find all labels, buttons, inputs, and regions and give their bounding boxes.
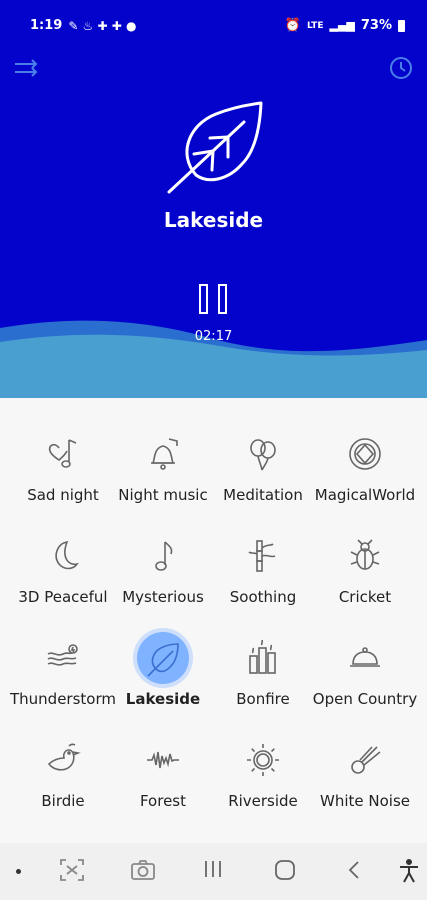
storm-icon	[47, 644, 78, 666]
sound-label: Forest	[139, 792, 187, 810]
sound-label: Riverside	[228, 792, 298, 810]
waveform-icon	[147, 751, 179, 769]
recent-apps-icon[interactable]	[203, 859, 223, 883]
sound-item-cricket[interactable]: Cricket	[312, 538, 418, 633]
elapsed-time: 02:17	[194, 329, 233, 344]
sound-item-forest[interactable]: Forest	[110, 742, 216, 837]
timer-clock-icon[interactable]	[389, 56, 413, 84]
scan-icon[interactable]	[60, 859, 84, 885]
sound-label: Mysterious	[122, 588, 204, 606]
sound-grid: Sad night Night music Meditation Magical…	[0, 398, 427, 843]
music-note-icon	[155, 541, 173, 571]
moon-icon	[55, 540, 79, 570]
comet-icon	[351, 746, 381, 774]
sound-label: Soothing	[229, 588, 297, 606]
sound-item-meditation[interactable]: Meditation	[210, 436, 316, 531]
sound-item-lakeside[interactable]: Lakeside	[110, 632, 216, 735]
sound-item-magicalworld[interactable]: MagicalWorld	[312, 436, 418, 531]
sound-item-3d-peaceful[interactable]: 3D Peaceful	[10, 538, 116, 633]
alarm-icon: ⏰	[284, 18, 301, 33]
sound-label: 3D Peaceful	[18, 588, 108, 606]
sun-icon	[247, 744, 279, 776]
sound-item-open-country[interactable]: Open Country	[312, 640, 418, 735]
signal-icon: ▂▄▆	[329, 19, 355, 32]
bug-icon	[350, 539, 380, 570]
sound-label: Bonfire	[236, 690, 290, 708]
sound-item-bonfire[interactable]: Bonfire	[210, 640, 316, 735]
candles-icon	[249, 640, 276, 674]
sound-item-thunderstorm[interactable]: Thunderstorm	[10, 640, 116, 735]
balloons-icon	[250, 439, 276, 471]
now-playing-panel: 1:19 ✎ ♨ ✚ ✚ ● ⏰ LTE ▂▄▆ 73% Lakeside 02…	[0, 0, 427, 398]
sound-item-riverside[interactable]: Riverside	[210, 742, 316, 837]
home-icon[interactable]	[274, 859, 296, 885]
bird-icon	[47, 743, 81, 771]
sound-label: Thunderstorm	[10, 690, 116, 708]
status-time: 1:19	[30, 18, 63, 33]
bamboo-icon	[248, 540, 276, 572]
battery-percent: 73%	[360, 18, 392, 33]
notification-icon: ✎ ♨ ✚ ✚ ●	[68, 18, 137, 33]
back-icon[interactable]	[346, 859, 362, 885]
system-nav-bar	[0, 843, 427, 900]
sound-label: Lakeside	[125, 690, 201, 708]
sound-item-night-music[interactable]: Night music	[110, 436, 216, 531]
battery-icon	[398, 19, 405, 32]
sound-item-sad-night[interactable]: Sad night	[10, 436, 116, 531]
sound-label: Open Country	[312, 690, 418, 708]
sound-item-soothing[interactable]: Soothing	[210, 538, 316, 633]
lte-indicator: LTE	[306, 20, 324, 31]
status-bar: 1:19 ✎ ♨ ✚ ✚ ● ⏰ LTE ▂▄▆ 73%	[0, 0, 427, 48]
cloche-icon	[350, 647, 380, 667]
now-playing-leaf-icon	[166, 100, 266, 199]
sound-label: Sad night	[27, 486, 99, 504]
sound-label: Cricket	[338, 588, 392, 606]
accessibility-icon[interactable]	[398, 859, 420, 887]
heart-music-icon	[48, 439, 77, 468]
sound-label: White Noise	[320, 792, 410, 810]
sound-label: Night music	[118, 486, 208, 504]
sound-item-mysterious[interactable]: Mysterious	[110, 538, 216, 633]
sound-label: MagicalWorld	[314, 486, 416, 504]
sound-item-white-noise[interactable]: White Noise	[312, 742, 418, 837]
leaf-icon	[147, 643, 179, 677]
sound-item-birdie[interactable]: Birdie	[10, 742, 116, 837]
sound-label: Birdie	[41, 792, 85, 810]
sound-label: Meditation	[223, 486, 303, 504]
now-playing-title: Lakeside	[163, 208, 264, 232]
wave-decoration	[0, 320, 427, 398]
dot-icon	[16, 869, 21, 874]
bell-music-icon	[151, 438, 178, 470]
shuffle-icon[interactable]	[14, 58, 40, 82]
gem-icon	[349, 438, 381, 470]
camera-icon[interactable]	[131, 859, 155, 885]
